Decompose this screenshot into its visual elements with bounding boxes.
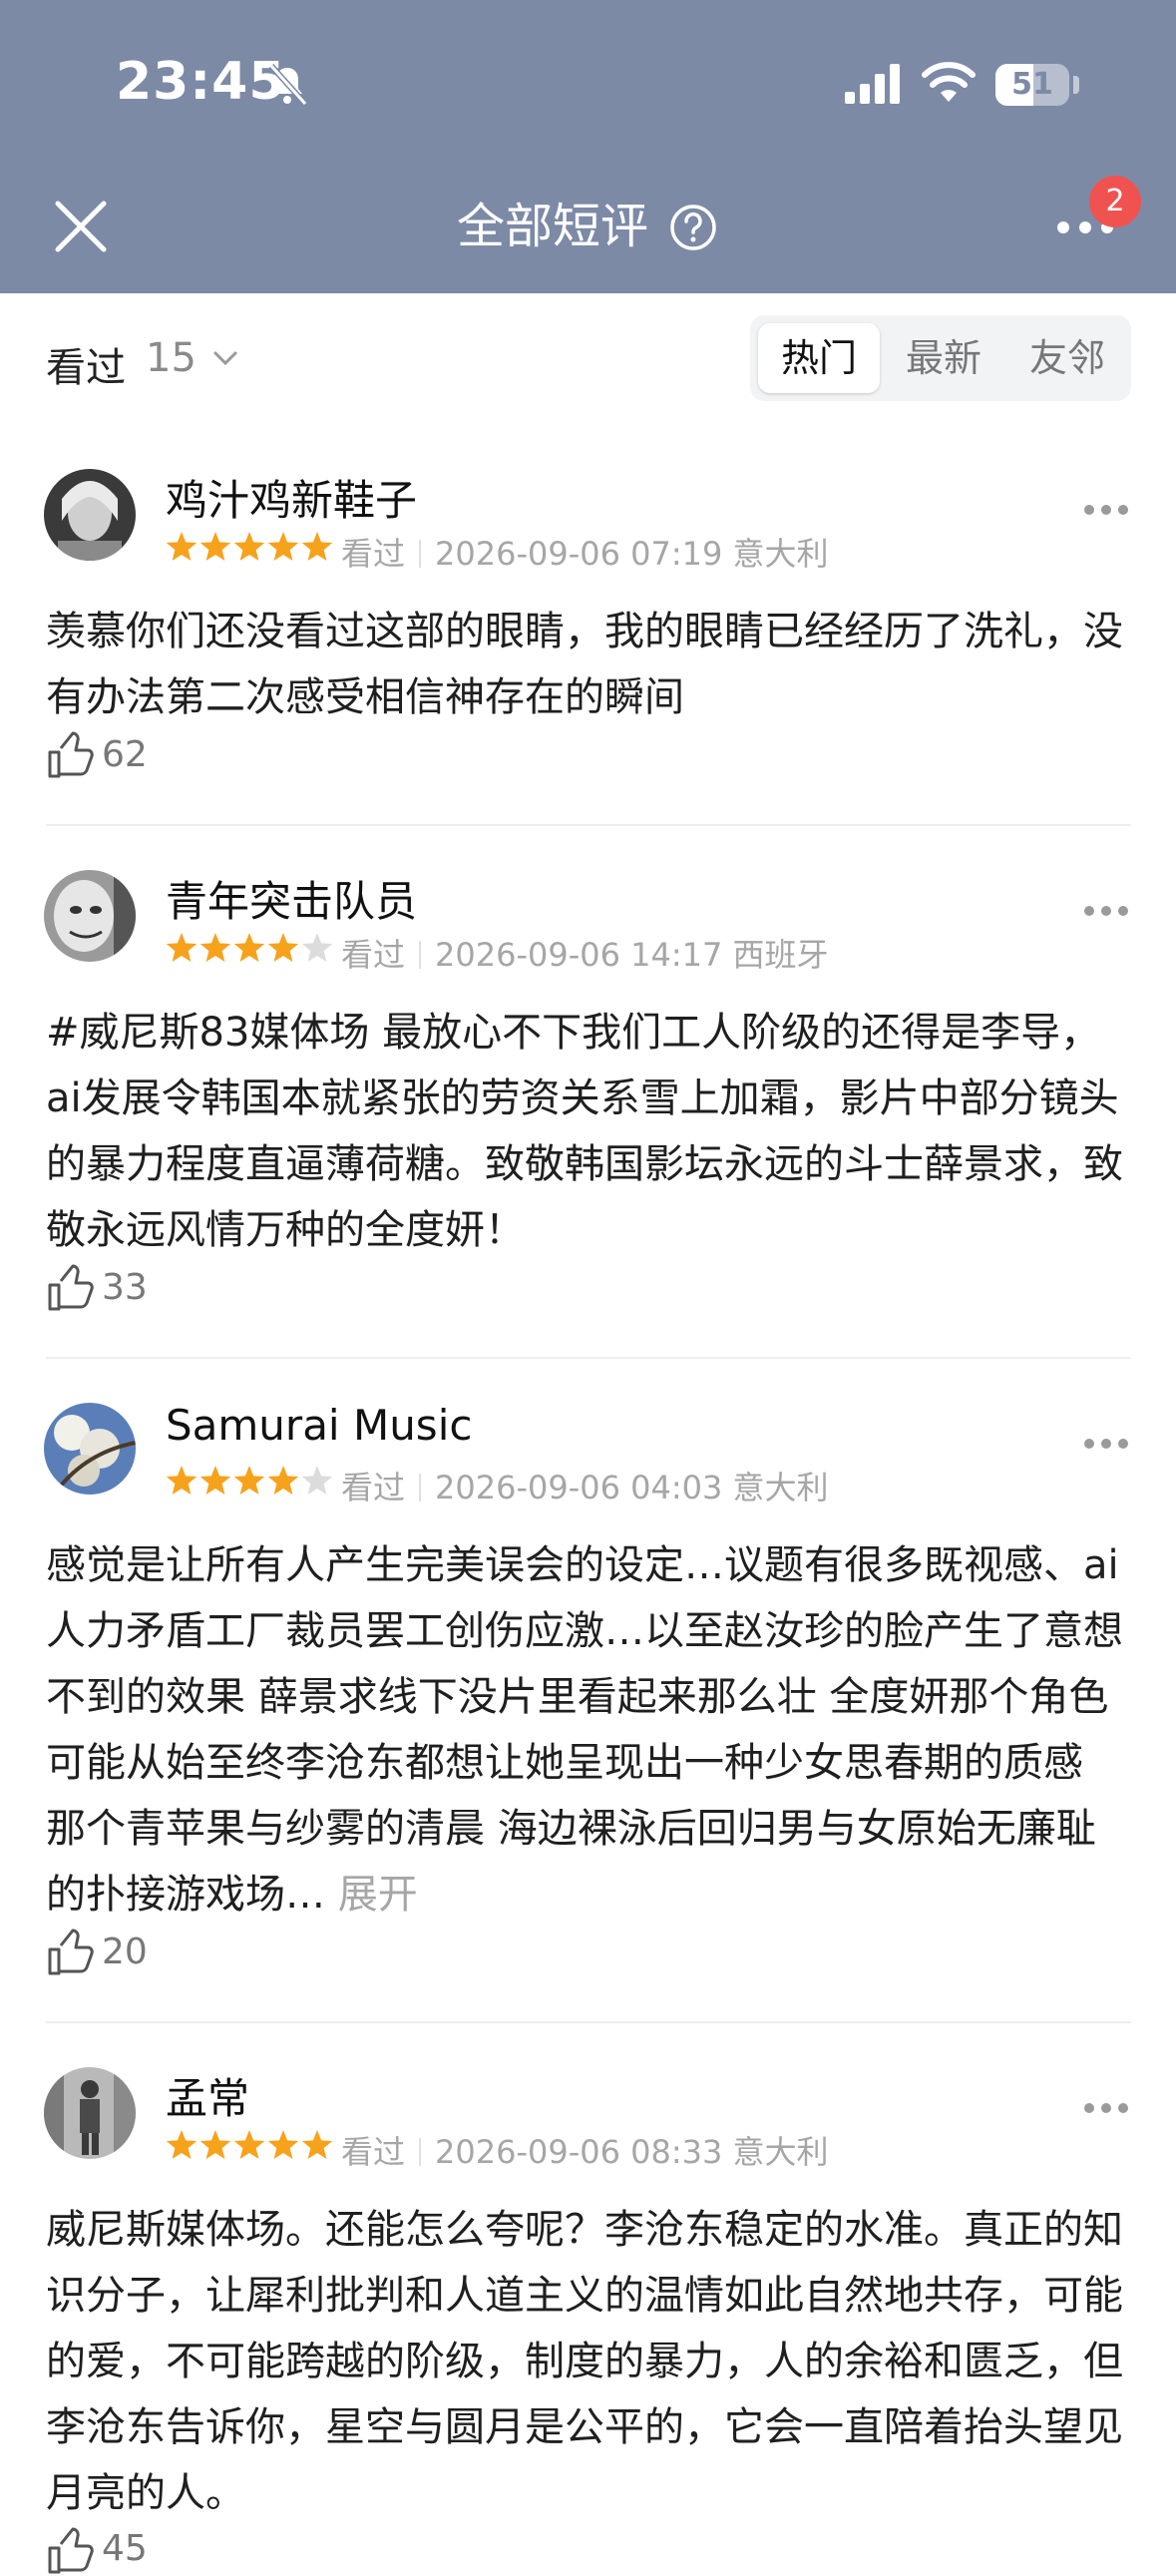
battery-cap: [1073, 76, 1079, 94]
star-filled-icon: [199, 933, 231, 962]
battery-percent: 51: [1011, 67, 1053, 102]
cellular-signal-icon: [845, 64, 900, 104]
thumbs-up-icon[interactable]: [46, 1263, 96, 1313]
help-icon[interactable]: [668, 203, 718, 252]
thumbs-up-icon[interactable]: [46, 2526, 96, 2576]
filter-count[interactable]: 15: [146, 335, 196, 381]
watch-status: 看过: [341, 936, 406, 974]
star-filled-icon: [267, 1466, 299, 1495]
wifi-icon: [922, 62, 976, 102]
reviewer-name[interactable]: 鸡汁鸡新鞋子: [166, 467, 417, 528]
reviewer-name[interactable]: 青年突击队员: [166, 868, 417, 929]
watch-status: 看过: [341, 535, 406, 573]
star-filled-icon: [199, 532, 231, 561]
star-filled-icon: [267, 532, 299, 561]
more-icon[interactable]: [1083, 904, 1129, 918]
reviewer-name[interactable]: 孟常: [166, 2065, 249, 2126]
review-meta: 看过 2026-09-06 14:17 西班牙: [341, 930, 829, 976]
star-filled-icon: [166, 532, 197, 561]
divider: [46, 2021, 1131, 2023]
star-filled-icon: [301, 532, 333, 561]
review-item[interactable]: 孟常 看过 2026-09-06 08:33 意大利 威尼斯媒体场。还能怎么夸呢？…: [0, 2065, 1176, 2574]
star-empty-icon: [301, 1466, 333, 1495]
avatar[interactable]: [44, 1403, 136, 1495]
rating-stars: [166, 2130, 333, 2159]
review-location: 意大利: [732, 1469, 829, 1506]
like-count: 45: [102, 2528, 148, 2569]
more-icon[interactable]: [1083, 503, 1129, 517]
nav-header: 23:45 51 全部短评 2: [0, 0, 1176, 293]
review-item[interactable]: Samurai Music 看过 2026-09-06 04:03 意大利 感觉是…: [0, 1401, 1176, 2011]
star-filled-icon: [166, 1466, 197, 1495]
star-filled-icon: [233, 1466, 265, 1495]
star-filled-icon: [233, 2130, 265, 2159]
review-text: #威尼斯83媒体场 最放心不下我们工人阶级的还得是李导，ai发展令韩国本就紧张的…: [46, 1010, 1123, 1253]
review-item[interactable]: 鸡汁鸡新鞋子 看过 2026-09-06 07:19 意大利 羡慕你们还没看过这部…: [0, 469, 1176, 828]
thumbs-up-icon[interactable]: [46, 730, 96, 780]
bell-muted-icon: [268, 63, 308, 106]
rating-stars: [166, 933, 333, 962]
tab-latest[interactable]: 最新: [884, 323, 1003, 393]
review-text: 感觉是让所有人产生完美误会的设定…议题有很多既视感、ai人力矛盾工厂裁员罢工创伤…: [46, 1532, 1133, 1928]
star-filled-icon: [267, 2130, 299, 2159]
chevron-down-icon[interactable]: [211, 347, 239, 371]
star-filled-icon: [267, 933, 299, 962]
review-time: 2026-09-06 14:17: [435, 936, 723, 974]
divider: [46, 824, 1131, 826]
review-location: 意大利: [732, 2133, 829, 2171]
star-filled-icon: [166, 933, 197, 962]
rating-stars: [166, 1466, 333, 1495]
thumbs-up-icon[interactable]: [46, 1928, 96, 1977]
divider: [46, 1357, 1131, 1359]
avatar[interactable]: [44, 2067, 136, 2159]
review-meta: 看过 2026-09-06 08:33 意大利: [341, 2127, 829, 2173]
filter-status-label[interactable]: 看过: [46, 335, 126, 393]
star-filled-icon: [199, 1466, 231, 1495]
review-meta: 看过 2026-09-06 04:03 意大利: [341, 1463, 829, 1508]
more-icon[interactable]: [1083, 1437, 1129, 1451]
battery-indicator: 51: [995, 64, 1069, 106]
expand-link[interactable]: 展开: [338, 1872, 418, 1918]
tab-hot[interactable]: 热门: [758, 323, 880, 393]
review-text-content: 感觉是让所有人产生完美误会的设定…议题有很多既视感、ai人力矛盾工厂裁员罢工创伤…: [46, 1542, 1123, 1918]
watch-status: 看过: [341, 1469, 406, 1506]
status-time: 23:45: [116, 52, 286, 112]
tab-friends[interactable]: 友邻: [1007, 323, 1127, 393]
review-location: 西班牙: [732, 936, 829, 974]
star-filled-icon: [233, 933, 265, 962]
notification-badge: 2: [1089, 176, 1141, 227]
star-empty-icon: [301, 933, 333, 962]
star-filled-icon: [199, 2130, 231, 2159]
meta-divider: [419, 540, 422, 568]
review-time: 2026-09-06 04:03: [435, 1469, 723, 1506]
meta-divider: [419, 2138, 422, 2166]
like-count: 20: [102, 1932, 148, 1972]
star-filled-icon: [233, 532, 265, 561]
page-title: 全部短评: [457, 199, 649, 254]
like-count: 62: [102, 734, 148, 775]
review-location: 意大利: [732, 535, 829, 573]
star-filled-icon: [166, 2130, 197, 2159]
reviewer-name[interactable]: Samurai Music: [166, 1401, 472, 1450]
meta-divider: [419, 941, 422, 969]
avatar[interactable]: [44, 870, 136, 962]
review-time: 2026-09-06 07:19: [435, 535, 723, 573]
watch-status: 看过: [341, 2133, 406, 2171]
review-text: 羡慕你们还没看过这部的眼睛，我的眼睛已经经历了洗礼，没有办法第二次感受相信神存在…: [46, 609, 1123, 720]
close-icon[interactable]: [52, 198, 110, 255]
like-count: 33: [102, 1267, 148, 1308]
more-icon[interactable]: [1083, 2101, 1129, 2115]
avatar[interactable]: [44, 469, 136, 561]
star-filled-icon: [301, 2130, 333, 2159]
review-meta: 看过 2026-09-06 07:19 意大利: [341, 529, 829, 575]
sort-segmented-control: 热门 最新 友邻: [750, 315, 1131, 401]
review-text: 威尼斯媒体场。还能怎么夸呢？李沧东稳定的水准。真正的知识分子，让犀利批判和人道主…: [46, 2207, 1123, 2516]
review-time: 2026-09-06 08:33: [435, 2133, 723, 2171]
meta-divider: [419, 1474, 422, 1502]
rating-stars: [166, 532, 333, 561]
review-item[interactable]: 青年突击队员 看过 2026-09-06 14:17 西班牙 #威尼斯83媒体场 …: [0, 870, 1176, 1349]
